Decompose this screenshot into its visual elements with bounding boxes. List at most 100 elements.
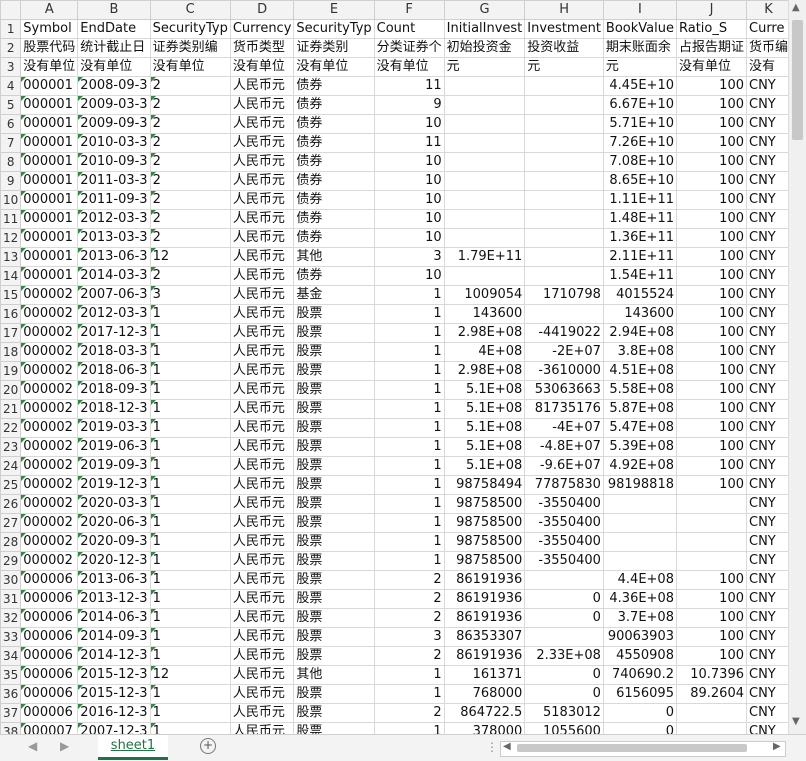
- cell-k18[interactable]: CNY: [745, 342, 788, 362]
- cell-c16[interactable]: 1: [149, 304, 231, 324]
- cell-i29[interactable]: [602, 551, 677, 571]
- cell-f21[interactable]: 1: [373, 399, 445, 419]
- scroll-up-icon[interactable]: ▲: [792, 2, 800, 13]
- cell-i5[interactable]: 6.67E+10: [602, 95, 677, 115]
- cell-h12[interactable]: [524, 228, 604, 248]
- cell-d33[interactable]: 人民币元: [229, 627, 295, 647]
- column-header-f[interactable]: F: [373, 0, 445, 20]
- cell-k36[interactable]: CNY: [745, 684, 788, 704]
- cell-a34[interactable]: 000006: [20, 646, 79, 666]
- cell-i31[interactable]: 4.36E+08: [602, 589, 677, 609]
- cell-c29[interactable]: 1: [149, 551, 231, 571]
- cell-i38[interactable]: 0: [602, 722, 677, 734]
- cell-a38[interactable]: 000007: [20, 722, 79, 734]
- cell-f34[interactable]: 2: [373, 646, 445, 666]
- cell-f12[interactable]: 10: [373, 228, 445, 248]
- cell-i27[interactable]: [602, 513, 677, 533]
- cell-e32[interactable]: 股票: [293, 608, 375, 628]
- cell-h20[interactable]: 53063663: [524, 380, 604, 400]
- cell-h27[interactable]: -3550400: [524, 513, 604, 533]
- cell-b37[interactable]: 2016-12-3: [77, 703, 151, 723]
- cell-k38[interactable]: CNY: [745, 722, 788, 734]
- cell-c30[interactable]: 1: [149, 570, 231, 590]
- cell-a2[interactable]: 股票代码: [20, 38, 79, 58]
- spreadsheet-grid[interactable]: ABCDEFGHIJK 1 Symbol EndDate SecurityTyp Cur…: [0, 0, 788, 734]
- cell-k37[interactable]: CNY: [745, 703, 788, 723]
- cell-f19[interactable]: 1: [373, 361, 445, 381]
- column-header-i[interactable]: I: [602, 0, 677, 20]
- cell-i1[interactable]: BookValue: [602, 19, 677, 39]
- cell-g14[interactable]: [443, 266, 526, 286]
- row-header[interactable]: 15: [0, 285, 22, 305]
- cell-k28[interactable]: CNY: [745, 532, 788, 552]
- horizontal-scroll-thumb[interactable]: [517, 744, 747, 752]
- cell-e5[interactable]: 债券: [293, 95, 375, 115]
- cell-k7[interactable]: CNY: [745, 133, 788, 153]
- cell-a11[interactable]: 000001: [20, 209, 79, 229]
- cell-j18[interactable]: 100: [675, 342, 748, 362]
- cell-d10[interactable]: 人民币元: [229, 190, 295, 210]
- cell-j32[interactable]: 100: [675, 608, 748, 628]
- cell-e33[interactable]: 股票: [293, 627, 375, 647]
- cell-j29[interactable]: [675, 551, 748, 571]
- row-header[interactable]: 2: [0, 38, 22, 58]
- column-header-k[interactable]: K: [745, 0, 788, 20]
- cell-h37[interactable]: 5183012: [524, 703, 604, 723]
- cell-g25[interactable]: 98758494: [443, 475, 526, 495]
- cell-g2[interactable]: 初始投资金: [443, 38, 526, 58]
- cell-b35[interactable]: 2015-12-3: [77, 665, 151, 685]
- cell-g28[interactable]: 98758500: [443, 532, 526, 552]
- scroll-left-icon[interactable]: ◀: [503, 741, 511, 752]
- cell-d13[interactable]: 人民币元: [229, 247, 295, 267]
- cell-h14[interactable]: [524, 266, 604, 286]
- cell-f8[interactable]: 10: [373, 152, 445, 172]
- cell-i10[interactable]: 1.11E+11: [602, 190, 677, 210]
- cell-f16[interactable]: 1: [373, 304, 445, 324]
- cell-g8[interactable]: [443, 152, 526, 172]
- row-header[interactable]: 20: [0, 380, 22, 400]
- cell-e37[interactable]: 股票: [293, 703, 375, 723]
- cell-c27[interactable]: 1: [149, 513, 231, 533]
- cell-d26[interactable]: 人民币元: [229, 494, 295, 514]
- cell-f24[interactable]: 1: [373, 456, 445, 476]
- cell-h4[interactable]: [524, 76, 604, 96]
- cell-d38[interactable]: 人民币元: [229, 722, 295, 734]
- cell-j2[interactable]: 占报告期证: [675, 38, 748, 58]
- cell-d3[interactable]: 没有单位: [229, 57, 295, 77]
- cell-g38[interactable]: 378000: [443, 722, 526, 734]
- row-header[interactable]: 17: [0, 323, 22, 343]
- cell-c26[interactable]: 1: [149, 494, 231, 514]
- cell-k34[interactable]: CNY: [745, 646, 788, 666]
- cell-c24[interactable]: 1: [149, 456, 231, 476]
- cell-g17[interactable]: 2.98E+08: [443, 323, 526, 343]
- cell-i37[interactable]: 0: [602, 703, 677, 723]
- cell-f29[interactable]: 1: [373, 551, 445, 571]
- tab-sheet1[interactable]: sheet1: [98, 735, 168, 760]
- cell-j38[interactable]: [675, 722, 748, 734]
- cell-d34[interactable]: 人民币元: [229, 646, 295, 666]
- cell-g21[interactable]: 5.1E+08: [443, 399, 526, 419]
- cell-h38[interactable]: 1055600: [524, 722, 604, 734]
- cell-f4[interactable]: 11: [373, 76, 445, 96]
- cell-a20[interactable]: 000002: [20, 380, 79, 400]
- row-header[interactable]: 34: [0, 646, 22, 666]
- cell-d25[interactable]: 人民币元: [229, 475, 295, 495]
- cell-h9[interactable]: [524, 171, 604, 191]
- cell-j3[interactable]: 没有单位: [675, 57, 748, 77]
- cell-j16[interactable]: 100: [675, 304, 748, 324]
- cell-b31[interactable]: 2013-12-3: [77, 589, 151, 609]
- cell-j17[interactable]: 100: [675, 323, 748, 343]
- cell-g24[interactable]: 5.1E+08: [443, 456, 526, 476]
- cell-b21[interactable]: 2018-12-3: [77, 399, 151, 419]
- cell-a24[interactable]: 000002: [20, 456, 79, 476]
- cell-b7[interactable]: 2010-03-3: [77, 133, 151, 153]
- cell-h24[interactable]: -9.6E+07: [524, 456, 604, 476]
- cell-d20[interactable]: 人民币元: [229, 380, 295, 400]
- cell-b23[interactable]: 2019-06-3: [77, 437, 151, 457]
- cell-h2[interactable]: 投资收益: [524, 38, 604, 58]
- cell-f22[interactable]: 1: [373, 418, 445, 438]
- cell-f27[interactable]: 1: [373, 513, 445, 533]
- cell-d6[interactable]: 人民币元: [229, 114, 295, 134]
- cell-e1[interactable]: SecurityTyp: [293, 19, 375, 39]
- cell-e38[interactable]: 股票: [293, 722, 375, 734]
